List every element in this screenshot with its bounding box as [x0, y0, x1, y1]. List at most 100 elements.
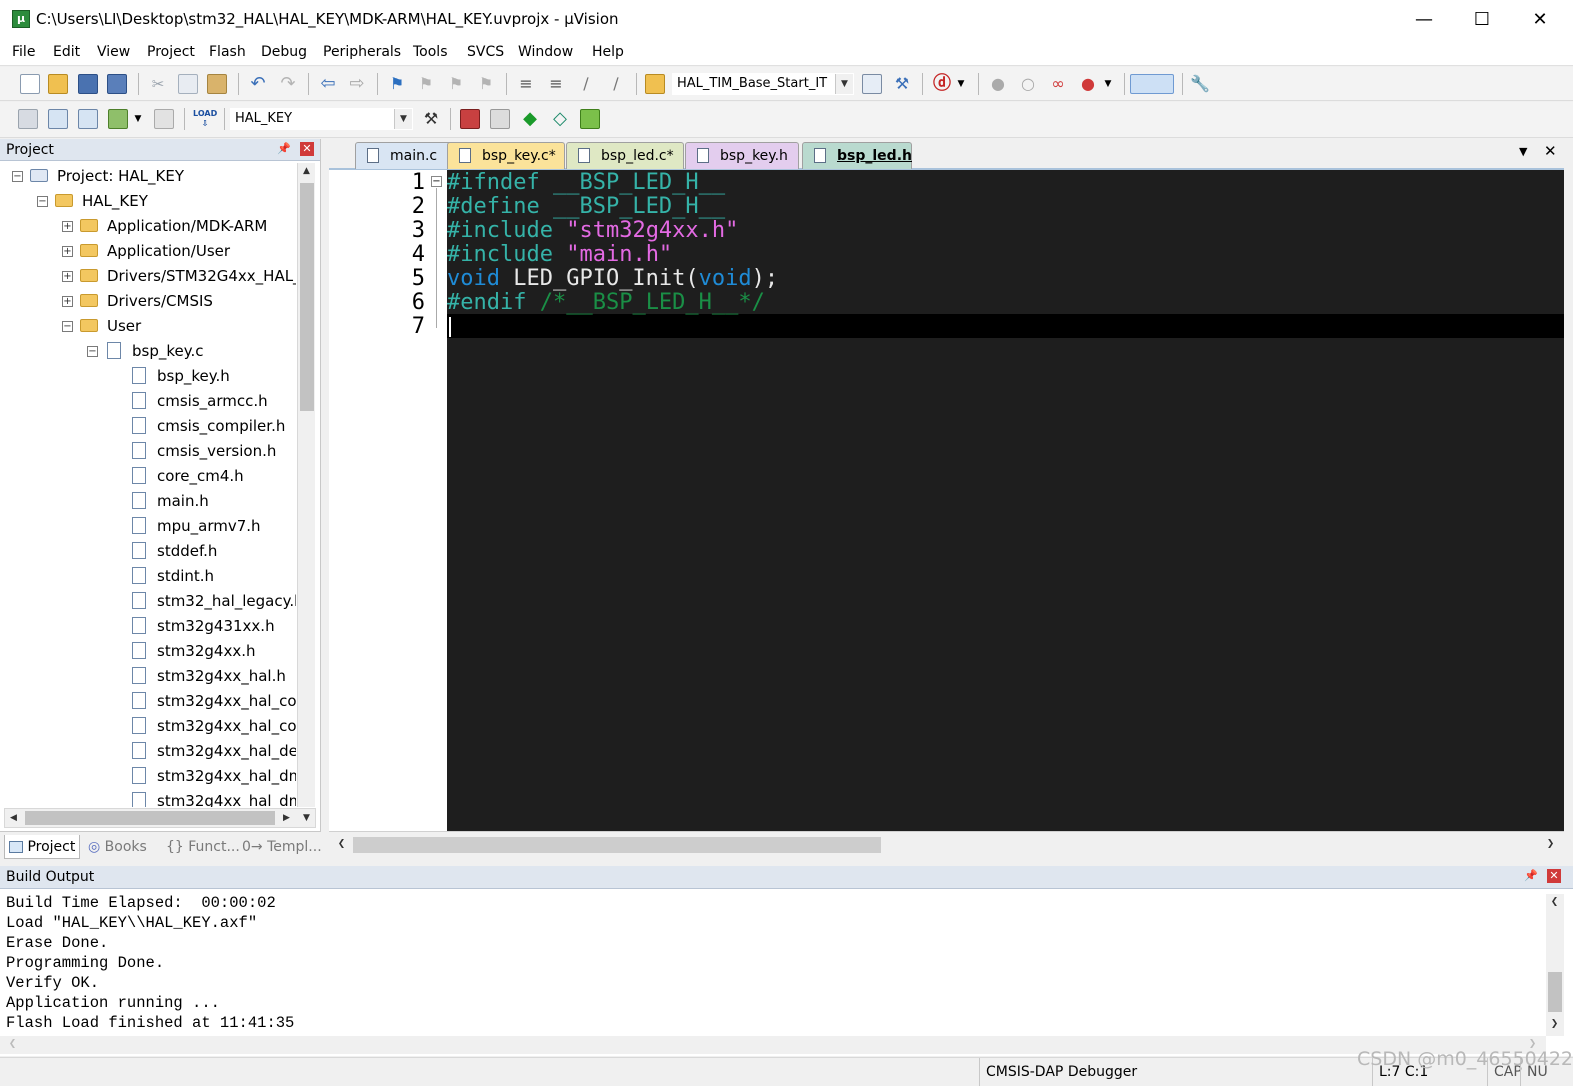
tree-item[interactable]: stm32g4xx_hal_dma.	[0, 764, 296, 788]
kill-all-breakpoints-icon[interactable]: ●	[1078, 74, 1098, 94]
prev-bookmark-icon[interactable]: ⚑	[416, 74, 436, 94]
load-icon[interactable]: LOAD ⇩	[193, 109, 217, 129]
debug-session-icon[interactable]: ⓓ	[932, 74, 952, 94]
chevron-down-icon[interactable]: ▼	[955, 74, 967, 94]
output-vertical-scrollbar[interactable]: ❮ ❯	[1546, 894, 1564, 1036]
menu-project[interactable]: Project	[147, 44, 195, 60]
output-horizontal-scrollbar[interactable]: ❮ ❯	[0, 1036, 1546, 1054]
tree-item[interactable]: mpu_armv7.h	[0, 514, 296, 538]
pack-installer-icon[interactable]: ◆	[520, 109, 540, 129]
window-layout-icon[interactable]	[1130, 74, 1174, 94]
navigate-forward-icon[interactable]: ⇨	[347, 74, 367, 94]
tree-item[interactable]: cmsis_compiler.h	[0, 414, 296, 438]
tree-item[interactable]: stm32_hal_legacy.h	[0, 589, 296, 613]
tree-item[interactable]: stm32g431xx.h	[0, 614, 296, 638]
scroll-thumb[interactable]	[25, 811, 275, 825]
close-window-icon[interactable]: ✕	[1511, 0, 1569, 40]
tree-item[interactable]: + Drivers/STM32G4xx_HAL_Dri	[0, 264, 296, 288]
collapse-icon[interactable]: −	[62, 321, 73, 332]
paste-icon[interactable]	[207, 74, 227, 94]
scroll-up-icon[interactable]: ❮	[1546, 894, 1563, 911]
new-file-icon[interactable]	[20, 74, 40, 94]
tree-item[interactable]: − bsp_key.c	[0, 339, 296, 363]
tree-item[interactable]: stm32g4xx_hal.h	[0, 664, 296, 688]
tree-item[interactable]: cmsis_version.h	[0, 439, 296, 463]
translate-icon[interactable]	[18, 109, 38, 129]
maximize-icon[interactable]: ☐	[1453, 0, 1511, 40]
find-in-files-icon[interactable]	[645, 74, 665, 94]
tab-bsp-key-c[interactable]: bsp_key.c*	[447, 142, 565, 169]
collapse-icon[interactable]: −	[12, 171, 23, 182]
scroll-up-icon[interactable]: ▲	[298, 163, 315, 180]
next-bookmark-icon[interactable]: ⚑	[446, 74, 466, 94]
tab-bsp-led-h[interactable]: bsp_led.h	[802, 142, 912, 169]
save-icon[interactable]	[78, 74, 98, 94]
tab-list-chevron-icon[interactable]: ▼	[1519, 145, 1527, 158]
pin-icon[interactable]: 📌	[277, 142, 291, 156]
tree-vertical-scrollbar[interactable]: ▲	[297, 163, 315, 807]
tab-bsp-led-c[interactable]: bsp_led.c*	[566, 142, 684, 169]
tree-item[interactable]: bsp_key.h	[0, 364, 296, 388]
build-output-text[interactable]: Build Time Elapsed: 00:00:02 Load "HAL_KE…	[0, 893, 1540, 1033]
undo-icon[interactable]: ↶	[248, 74, 268, 94]
expand-icon[interactable]: +	[62, 296, 73, 307]
scroll-left-icon[interactable]: ❮	[333, 836, 350, 853]
chevron-down-icon[interactable]: ▼	[1102, 74, 1114, 94]
comment-icon[interactable]: ∕	[576, 74, 596, 94]
menu-flash[interactable]: Flash	[209, 44, 246, 60]
breakpoint-icon[interactable]: ●	[988, 74, 1008, 94]
tree-item[interactable]: cmsis_armcc.h	[0, 389, 296, 413]
tree-item[interactable]: stm32g4xx.h	[0, 639, 296, 663]
redo-icon[interactable]: ↷	[278, 74, 298, 94]
rebuild-icon[interactable]	[78, 109, 98, 129]
target-combo[interactable]: HAL_KEY ▼	[230, 108, 413, 130]
bookmark-icon[interactable]: ⚑	[387, 74, 407, 94]
tab-books[interactable]: ◎ Books	[84, 835, 160, 859]
tree-item[interactable]: + Application/MDK-ARM	[0, 214, 296, 238]
tree-item[interactable]: + Application/User	[0, 239, 296, 263]
tree-item[interactable]: core_cm4.h	[0, 464, 296, 488]
copy-icon[interactable]	[178, 74, 198, 94]
menu-window[interactable]: Window	[518, 44, 573, 60]
expand-icon[interactable]: +	[62, 246, 73, 257]
tree-item[interactable]: − User	[0, 314, 296, 338]
tree-item[interactable]: stm32g4xx_hal_def.h	[0, 739, 296, 763]
incremental-find-icon[interactable]: ⚒	[892, 74, 912, 94]
tree-item[interactable]: stddef.h	[0, 539, 296, 563]
stop-build-icon[interactable]	[154, 109, 174, 129]
close-icon[interactable]: ✕	[1547, 869, 1561, 883]
cut-icon[interactable]: ✂	[148, 74, 168, 94]
scroll-down-icon[interactable]: ▼	[298, 810, 315, 827]
scroll-left-icon[interactable]: ❮	[4, 1036, 21, 1053]
menu-debug[interactable]: Debug	[261, 44, 307, 60]
scroll-left-icon[interactable]: ◀	[5, 810, 22, 827]
editor-horizontal-scrollbar[interactable]: ❮ ❯	[329, 831, 1564, 858]
tree-item[interactable]: stm32g4xx_hal_corte	[0, 714, 296, 738]
save-all-icon[interactable]	[107, 74, 127, 94]
tab-bsp-key-h[interactable]: bsp_key.h	[685, 142, 799, 169]
scroll-thumb[interactable]	[1548, 972, 1562, 1012]
scroll-thumb[interactable]	[300, 183, 314, 411]
menu-svcs[interactable]: SVCS	[467, 44, 504, 60]
collapse-icon[interactable]: −	[37, 196, 48, 207]
find-combo[interactable]: HAL_TIM_Base_Start_IT ▼	[672, 73, 854, 95]
tree-item[interactable]: − Project: HAL_KEY	[0, 164, 296, 188]
tab-functions[interactable]: {} Funct...	[162, 835, 240, 859]
configure-icon[interactable]: 🔧	[1190, 74, 1210, 94]
navigate-back-icon[interactable]: ⇦	[318, 74, 338, 94]
fold-icon[interactable]: −	[431, 176, 442, 187]
uncomment-icon[interactable]: ∕	[606, 74, 626, 94]
chevron-down-icon[interactable]: ▼	[394, 109, 412, 129]
chevron-down-icon[interactable]: ▼	[835, 74, 853, 94]
build-icon[interactable]	[48, 109, 68, 129]
clear-bookmarks-icon[interactable]: ⚑	[476, 74, 496, 94]
expand-icon[interactable]: +	[62, 271, 73, 282]
tree-item[interactable]: stdint.h	[0, 564, 296, 588]
tree-item[interactable]: + Drivers/CMSIS	[0, 289, 296, 313]
scroll-right-icon[interactable]: ❯	[1542, 836, 1559, 853]
scroll-right-icon[interactable]: ▶	[278, 810, 295, 827]
tree-item[interactable]: main.h	[0, 489, 296, 513]
menu-help[interactable]: Help	[592, 44, 624, 60]
tree-item[interactable]: stm32g4xx_hal_dma	[0, 789, 296, 807]
close-icon[interactable]: ✕	[1544, 142, 1557, 160]
